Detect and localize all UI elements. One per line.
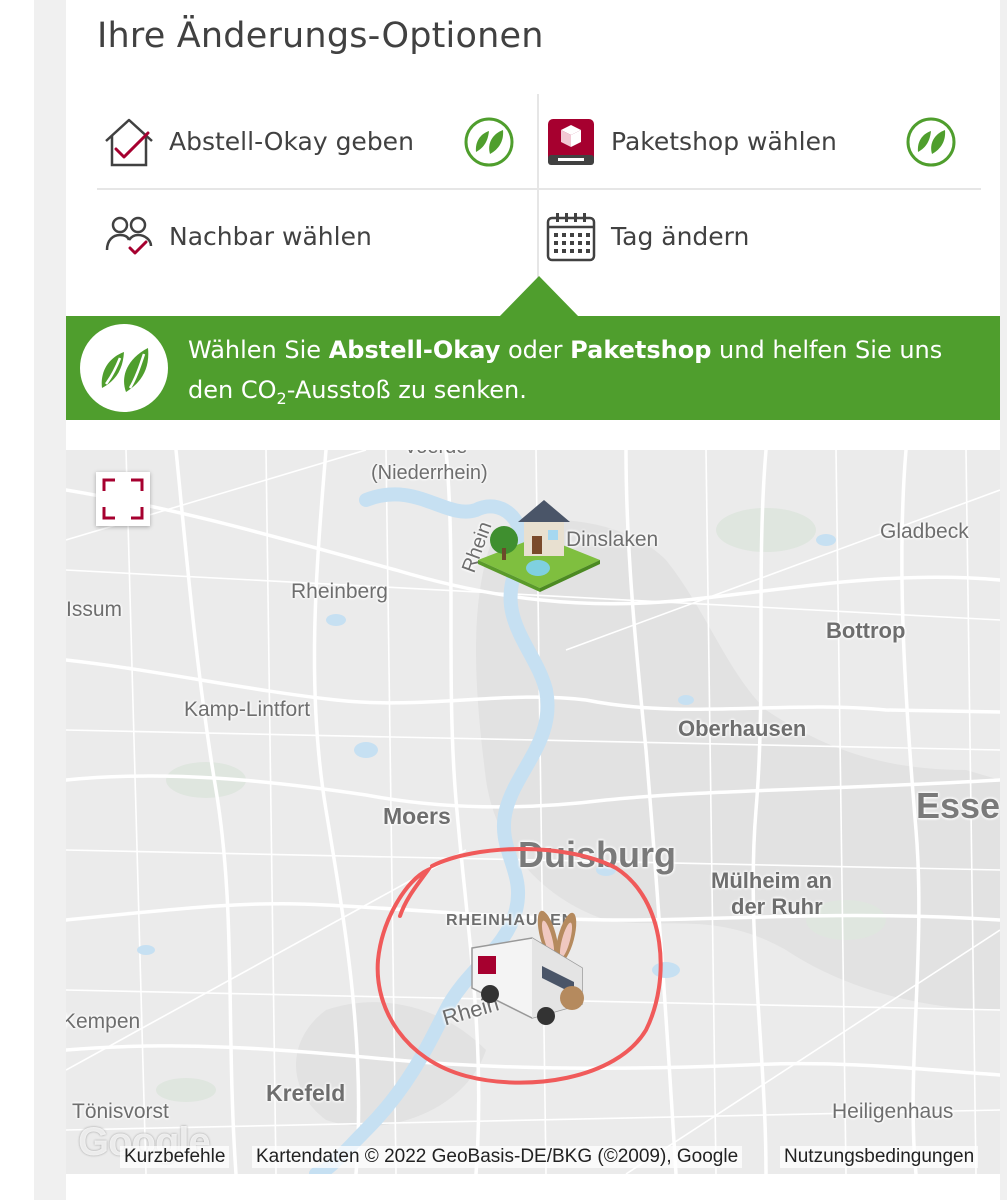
eco-banner: Wählen Sie Abstell-Okay oder Paketshop u… bbox=[66, 316, 1000, 420]
eco-banner-text: Wählen Sie Abstell-Okay oder Paketshop u… bbox=[188, 336, 943, 408]
banner-pointer bbox=[499, 276, 579, 317]
fullscreen-icon bbox=[102, 478, 144, 520]
fullscreen-button[interactable] bbox=[96, 472, 150, 526]
map-place-label: Gladbeck bbox=[880, 520, 969, 543]
eco-leaf-icon bbox=[905, 116, 957, 168]
eco-leaf-icon bbox=[80, 324, 168, 412]
map-place-label: (Niederrhein) bbox=[371, 462, 488, 484]
map-view[interactable]: Voerde (Niederrhein) Gladbeck Rheinberg … bbox=[66, 450, 1000, 1174]
options-grid: Abstell-Okay geben Paketshop wählen Nach… bbox=[97, 94, 981, 284]
annotation-circle bbox=[375, 847, 663, 1085]
page-title: Ihre Änderungs-Optionen bbox=[97, 16, 544, 56]
option-label: Abstell-Okay geben bbox=[169, 127, 414, 156]
page-margin bbox=[0, 0, 34, 1200]
shortcuts-link[interactable]: Kurzbefehle bbox=[120, 1146, 230, 1168]
eco-leaf-icon bbox=[463, 116, 515, 168]
option-label: Nachbar wählen bbox=[169, 222, 372, 251]
map-place-label: Bottrop bbox=[826, 618, 906, 643]
map-place-label: Mülheim an bbox=[711, 868, 833, 893]
calendar-icon bbox=[543, 209, 599, 265]
map-place-label: Voerde bbox=[404, 450, 467, 459]
map-place-label: Kempen bbox=[66, 1010, 141, 1033]
map-place-label: Rheinberg bbox=[291, 580, 388, 603]
map-attribution: Kurzbefehle Kartendaten © 2022 GeoBasis-… bbox=[66, 1144, 1000, 1174]
map-place-label: Moers bbox=[383, 803, 451, 829]
option-paketshop[interactable]: Paketshop wählen bbox=[539, 94, 981, 189]
house-check-icon bbox=[101, 114, 157, 170]
house-marker-icon[interactable] bbox=[474, 496, 604, 592]
terms-link[interactable]: Nutzungsbedingungen bbox=[780, 1146, 979, 1168]
map-data-credit: Kartendaten © 2022 GeoBasis-DE/BKG (©200… bbox=[252, 1146, 743, 1168]
option-label: Tag ändern bbox=[611, 222, 750, 251]
map-place-label: Oberhausen bbox=[678, 716, 807, 741]
option-abstell-okay[interactable]: Abstell-Okay geben bbox=[97, 94, 537, 189]
option-tag-aendern[interactable]: Tag ändern bbox=[539, 189, 981, 284]
paketshop-icon bbox=[543, 114, 599, 170]
map-place-label: Issum bbox=[66, 598, 123, 621]
map-place-label: Krefeld bbox=[266, 1080, 346, 1106]
option-nachbar[interactable]: Nachbar wählen bbox=[97, 189, 537, 284]
map-place-label: Essen bbox=[916, 785, 1000, 826]
map-place-label: der Ruhr bbox=[731, 894, 823, 919]
option-label: Paketshop wählen bbox=[611, 127, 837, 156]
map-place-label: Heiligenhaus bbox=[832, 1100, 954, 1123]
map-place-label: Kamp-Lintfort bbox=[184, 698, 311, 721]
neighbors-icon bbox=[101, 209, 157, 265]
